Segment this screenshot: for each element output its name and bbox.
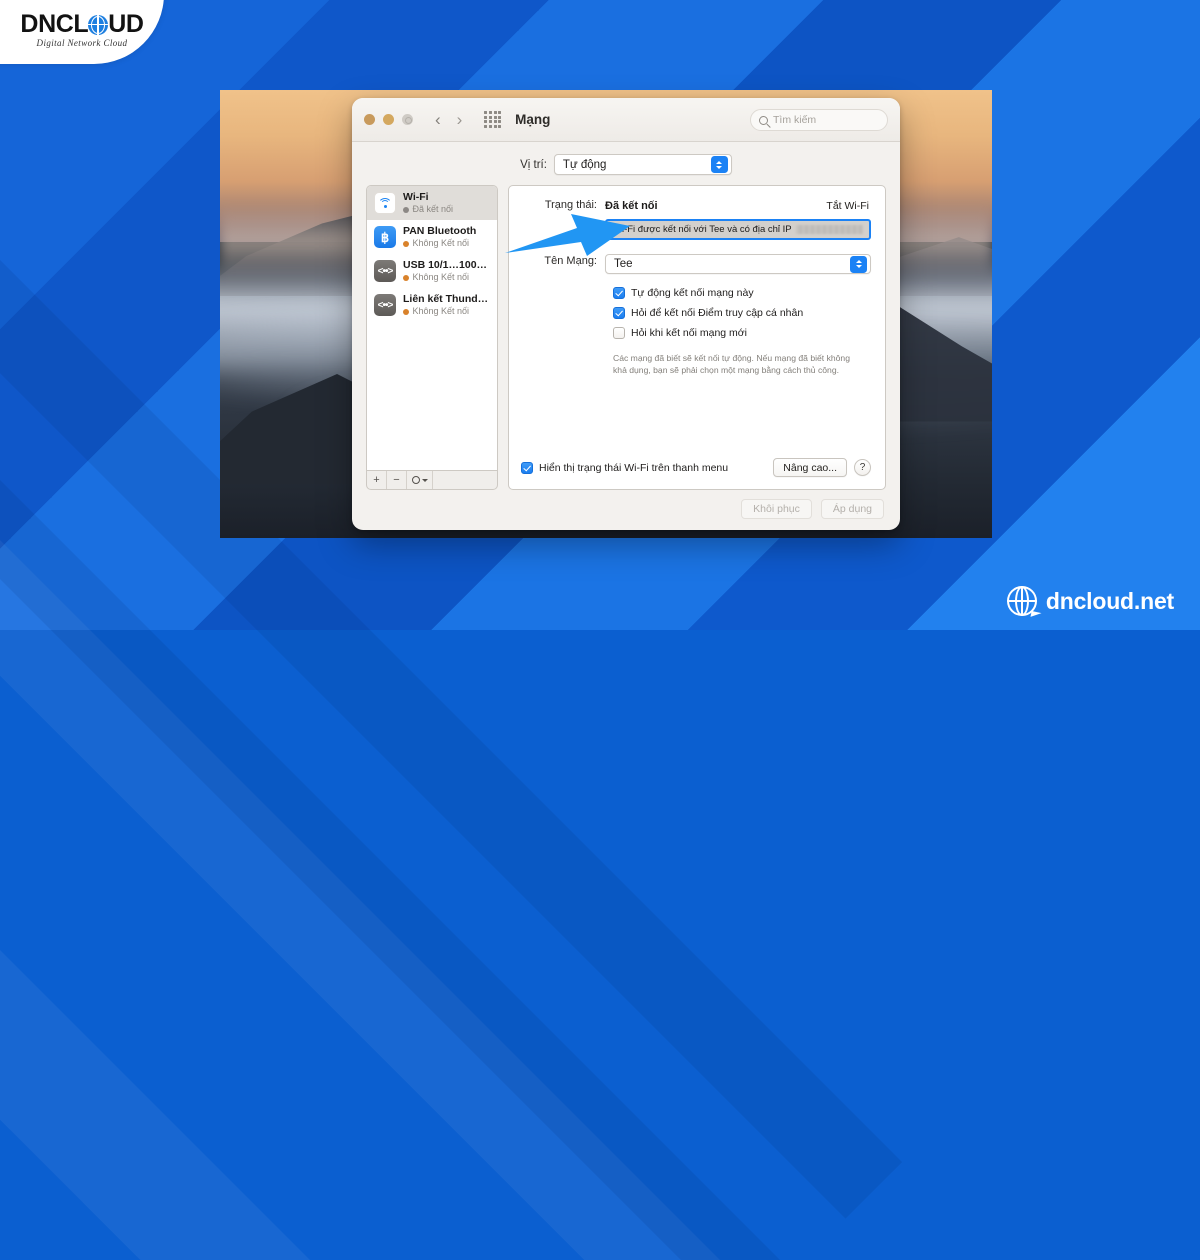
detail-spacer xyxy=(509,377,871,458)
detail-action-buttons: Nâng cao... ? xyxy=(773,458,871,477)
sidebar-item-status: Đã kết nối xyxy=(403,204,490,216)
sidebar-item-status: Không Kết nối xyxy=(403,238,490,250)
checkbox-label: Tự động kết nối mạng này xyxy=(631,287,754,299)
checkbox-label: Hỏi khi kết nối mạng mới xyxy=(631,327,748,339)
show-all-grid-icon[interactable] xyxy=(484,111,502,128)
location-dropdown[interactable]: Tự động xyxy=(553,154,732,175)
sidebar-toolbar-filler xyxy=(433,471,497,489)
ip-address-notice: Wi-Fi được kết nối với Tee và có địa chỉ… xyxy=(605,219,871,240)
page-title: Mạng xyxy=(515,112,551,127)
redacted-ip-address xyxy=(795,225,863,234)
network-services-list[interactable]: Wi-Fi Đã kết nối ฿ PAN Bluetooth Không K… xyxy=(366,185,498,471)
network-preferences-window: ‹ › Mạng Tìm kiếm Vị trí: Tự động Wi-Fi … xyxy=(352,98,900,530)
zoom-button[interactable] xyxy=(402,114,413,125)
sidebar-item-thunderbolt-bridge[interactable]: <••> Liên kết Thunderbolt Không Kết nối xyxy=(367,288,497,322)
location-label: Vị trí: xyxy=(520,158,547,171)
checkbox-label: Hỏi để kết nối Điểm truy cập cá nhân xyxy=(631,307,804,319)
ethernet-icon: <••> xyxy=(374,294,396,316)
sidebar-item-wifi[interactable]: Wi-Fi Đã kết nối xyxy=(367,186,497,220)
network-name-dropdown[interactable]: Tee xyxy=(605,254,871,274)
footer-brand-text: dncloud.net xyxy=(1045,587,1174,614)
checkbox-indicator[interactable] xyxy=(521,461,533,474)
logo-word-part-a: DNCL xyxy=(20,10,89,38)
footer-branding: dncloud.net xyxy=(1006,586,1174,619)
status-value: Đã kết nối xyxy=(605,200,658,212)
status-row: Trạng thái: Đã kết nối Tắt Wi-Fi Wi-Fi đ… xyxy=(509,198,871,240)
sidebar-item-status: Không Kết nối xyxy=(403,306,490,318)
globe-cursor-icon xyxy=(1006,586,1042,619)
logo-wordmark: DNCL UD xyxy=(12,12,152,37)
network-services-sidebar: Wi-Fi Đã kết nối ฿ PAN Bluetooth Không K… xyxy=(366,185,498,490)
sidebar-toolbar: + − xyxy=(366,471,498,490)
turn-off-wifi-button[interactable]: Tắt Wi-Fi xyxy=(824,198,871,214)
ethernet-icon: <••> xyxy=(374,260,396,282)
sidebar-item-label: USB 10/1…1000 LAN xyxy=(403,258,490,271)
logo-inner: DNCL UD Digital Network Cloud xyxy=(12,12,152,49)
status-dot xyxy=(403,206,409,213)
sidebar-item-status-label: Đã kết nối xyxy=(412,203,454,214)
sidebar-item-status-label: Không Kết nối xyxy=(412,305,470,316)
navigation-buttons: ‹ › xyxy=(435,111,462,128)
forward-icon[interactable]: › xyxy=(457,111,463,128)
checkbox-indicator[interactable] xyxy=(613,287,625,299)
search-input[interactable]: Tìm kiếm xyxy=(750,109,888,131)
traffic-light-buttons xyxy=(364,114,413,125)
ip-notice-text: Wi-Fi được kết nối với Tee và có địa chỉ… xyxy=(613,224,792,235)
wifi-detail-pane: Trạng thái: Đã kết nối Tắt Wi-Fi Wi-Fi đ… xyxy=(508,185,886,490)
wifi-icon xyxy=(374,192,396,214)
logo-tagline: Digital Network Cloud xyxy=(36,38,128,48)
minimize-button[interactable] xyxy=(383,114,394,125)
sidebar-item-status-label: Không Kết nối xyxy=(412,237,470,248)
advanced-button[interactable]: Nâng cao... xyxy=(773,458,847,477)
checkbox-label: Hiển thị trạng thái Wi-Fi trên thanh men… xyxy=(539,461,729,474)
help-button[interactable]: ? xyxy=(854,459,871,476)
network-name-label: Tên Mạng: xyxy=(544,255,597,267)
checkbox-indicator[interactable] xyxy=(613,307,625,319)
chevron-updown-icon xyxy=(710,156,728,173)
preferences-body: Wi-Fi Đã kết nối ฿ PAN Bluetooth Không K… xyxy=(352,185,900,490)
sidebar-item-label: PAN Bluetooth xyxy=(403,224,477,237)
logo-word-part-b: UD xyxy=(108,10,144,38)
window-footer-buttons: Khôi phục Áp dụng xyxy=(352,490,900,530)
location-row: Vị trí: Tự động xyxy=(352,142,900,185)
window-titlebar: ‹ › Mạng Tìm kiếm xyxy=(352,98,900,142)
status-label: Trạng thái: xyxy=(544,199,597,211)
status-dot xyxy=(403,308,409,315)
chevron-updown-icon xyxy=(850,255,867,273)
globe-icon xyxy=(88,14,109,35)
status-dot xyxy=(403,274,409,281)
sidebar-item-label: Liên kết Thunderbolt xyxy=(403,292,490,305)
sidebar-item-usb-lan[interactable]: <••> USB 10/1…1000 LAN Không Kết nối xyxy=(367,254,497,288)
location-value: Tự động xyxy=(562,158,607,171)
network-name-value: Tee xyxy=(614,258,633,270)
sidebar-item-status: Không Kết nối xyxy=(403,272,490,284)
checkbox-auto-join[interactable]: Tự động kết nối mạng này xyxy=(613,287,871,299)
add-service-button[interactable]: + xyxy=(367,471,387,489)
sidebar-item-pan-bluetooth[interactable]: ฿ PAN Bluetooth Không Kết nối xyxy=(367,220,497,254)
back-icon[interactable]: ‹ xyxy=(435,111,441,128)
sidebar-item-label: Wi-Fi xyxy=(403,190,429,203)
apply-button[interactable]: Áp dụng xyxy=(820,499,884,519)
remove-service-button[interactable]: − xyxy=(387,471,407,489)
gear-icon[interactable] xyxy=(407,471,433,489)
sidebar-item-status-label: Không Kết nối xyxy=(412,271,470,282)
search-placeholder: Tìm kiếm xyxy=(773,114,817,126)
checkbox-indicator[interactable] xyxy=(613,327,625,339)
checkbox-ask-new-networks[interactable]: Hỏi khi kết nối mạng mới xyxy=(613,327,871,339)
checkbox-ask-personal-hotspot[interactable]: Hỏi để kết nối Điểm truy cập cá nhân xyxy=(613,307,871,319)
restore-button[interactable]: Khôi phục xyxy=(741,499,812,519)
search-icon xyxy=(759,115,768,125)
network-name-row: Tên Mạng: Tee xyxy=(509,254,871,274)
close-button[interactable] xyxy=(364,114,375,125)
status-dot xyxy=(403,240,409,247)
detail-bottom-row: Hiển thị trạng thái Wi-Fi trên thanh men… xyxy=(509,458,871,479)
checkbox-show-wifi-status[interactable]: Hiển thị trạng thái Wi-Fi trên thanh men… xyxy=(521,461,729,474)
wifi-help-text: Các mạng đã biết sẽ kết nối tự động. Nếu… xyxy=(613,353,850,376)
bluetooth-icon: ฿ xyxy=(374,226,396,248)
wifi-options-checkbox-group: Tự động kết nối mạng này Hỏi để kết nối … xyxy=(509,287,871,347)
